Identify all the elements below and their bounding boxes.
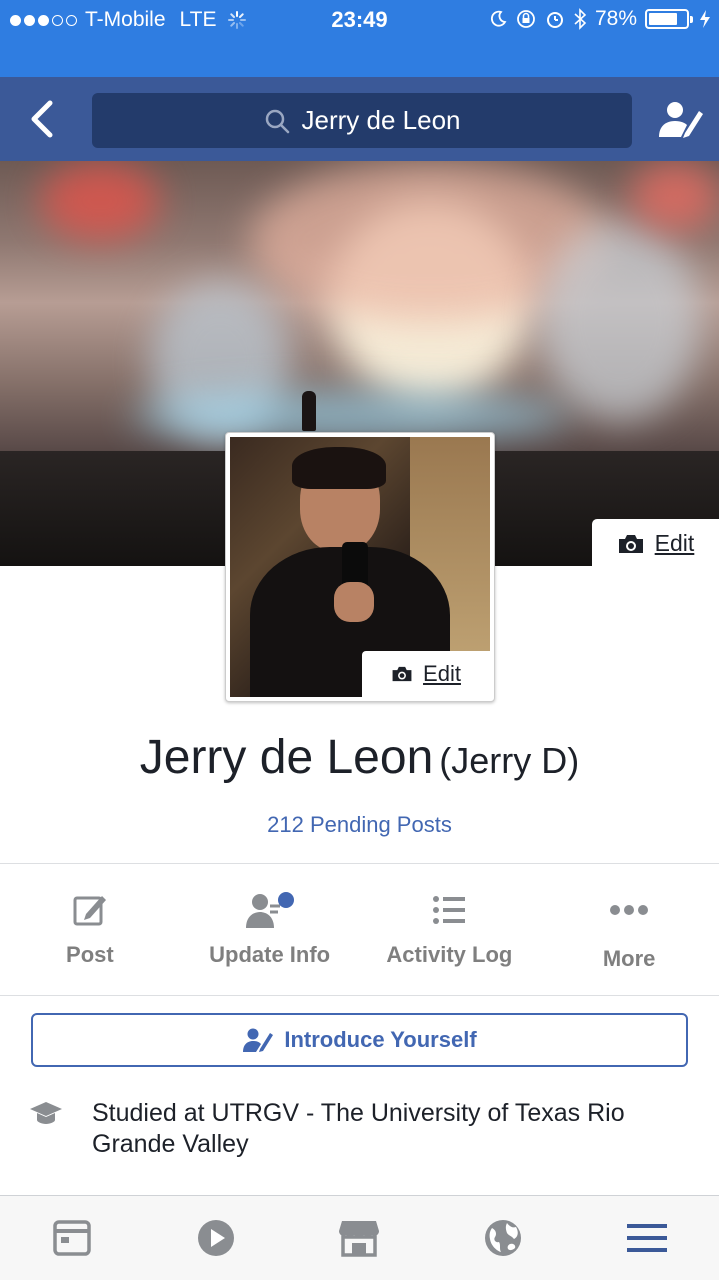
camera-icon (392, 666, 412, 682)
edit-cover-label: Edit (654, 530, 695, 556)
pending-posts-link[interactable]: 212 Pending Posts (0, 812, 719, 838)
navigation-bar: Jerry de Leon (0, 77, 719, 161)
person-info-icon (245, 892, 294, 928)
activity-log-button[interactable]: Activity Log (360, 880, 540, 980)
more-label: More (602, 946, 656, 971)
tab-bar (0, 1195, 719, 1280)
more-dots-icon (610, 905, 649, 915)
back-button[interactable] (22, 97, 62, 141)
marketplace-icon (339, 1221, 380, 1257)
alarm-icon (546, 12, 563, 28)
bluetooth-icon (574, 8, 587, 30)
status-bar: T-Mobile LTE 23:49 78% (0, 0, 719, 40)
person-pencil-icon (659, 102, 703, 138)
rotation-lock-icon (517, 10, 535, 28)
profile-alternate-name: (Jerry D) (439, 740, 580, 781)
header-spacer (0, 40, 719, 77)
education-row: Studied at UTRGV - The University of Tex… (28, 1098, 688, 1160)
edit-profile-picture-label: Edit (423, 661, 461, 686)
globe-icon (485, 1220, 522, 1256)
divider (0, 995, 719, 996)
search-icon (265, 109, 289, 133)
moon-icon (490, 10, 507, 27)
profile-full-name: Jerry de Leon (139, 731, 434, 784)
tab-marketplace[interactable] (319, 1198, 399, 1278)
avatar: Edit (230, 437, 490, 697)
tab-menu[interactable] (607, 1198, 687, 1278)
profile-picture[interactable]: Edit (225, 432, 495, 702)
video-play-icon (197, 1220, 234, 1256)
list-icon (433, 896, 466, 924)
camera-icon (618, 534, 643, 553)
charging-icon (700, 10, 710, 28)
post-button[interactable]: Post (0, 880, 180, 980)
education-text: Studied at UTRGV - The University of Tex… (92, 1099, 625, 1158)
tab-video[interactable] (176, 1198, 256, 1278)
profile-name: Jerry de Leon (Jerry D) (0, 730, 719, 785)
activity-log-label: Activity Log (386, 942, 513, 967)
person-pencil-icon (243, 1028, 274, 1052)
post-label: Post (66, 942, 114, 967)
graduation-cap-icon (30, 1102, 62, 1124)
more-button[interactable]: More (539, 880, 719, 980)
search-query: Jerry de Leon (301, 105, 461, 135)
divider (0, 863, 719, 864)
battery-icon (645, 9, 693, 29)
update-info-label: Update Info (209, 942, 331, 967)
menu-icon (627, 1224, 668, 1252)
status-right: 78% (489, 7, 711, 31)
introduce-yourself-label: Introduce Yourself (284, 1027, 477, 1052)
battery-percent: 78% (594, 7, 637, 30)
chevron-left-icon (31, 100, 53, 138)
introduce-yourself-button[interactable]: Introduce Yourself (31, 1013, 688, 1067)
tab-notifications[interactable] (463, 1198, 543, 1278)
profile-actions: Post Update Info Activity Log More (0, 880, 719, 980)
search-input[interactable]: Jerry de Leon (92, 93, 632, 148)
update-info-button[interactable]: Update Info (180, 880, 360, 980)
edit-profile-picture-button[interactable]: Edit (362, 651, 490, 697)
pencil-square-icon (73, 896, 106, 926)
news-feed-icon (53, 1220, 91, 1256)
edit-cover-button[interactable]: Edit (592, 519, 719, 568)
edit-profile-button[interactable] (657, 97, 705, 141)
tab-news-feed[interactable] (32, 1198, 112, 1278)
